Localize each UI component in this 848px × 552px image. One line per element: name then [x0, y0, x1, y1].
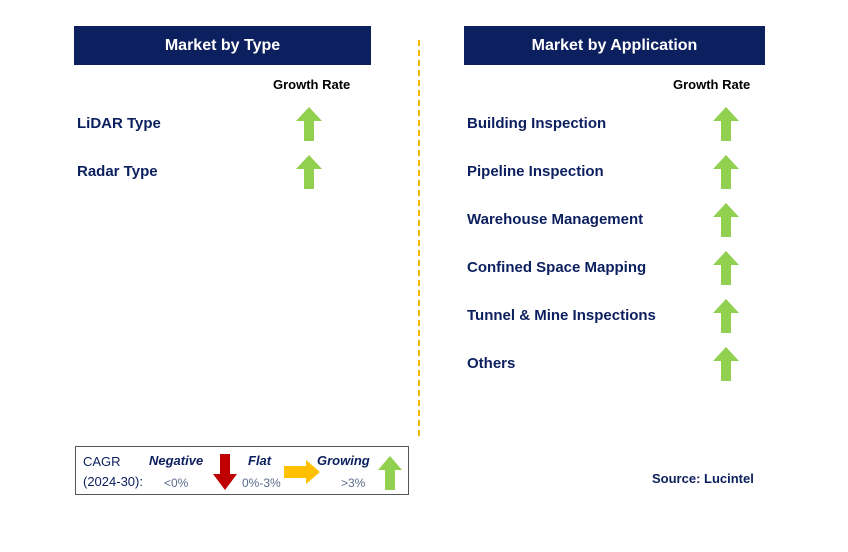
- legend-growing-range: >3%: [341, 476, 366, 490]
- row-label: Building Inspection: [467, 115, 607, 132]
- legend-growing: Growing: [317, 453, 370, 468]
- arrow-up-green-icon: [296, 155, 322, 189]
- arrow-up-green-icon: [296, 107, 322, 141]
- arrow-down-red-icon: [213, 454, 237, 490]
- legend: CAGR (2024-30): Negative <0% Flat 0%-3% …: [75, 446, 409, 495]
- source: Source: Lucintel: [652, 471, 754, 486]
- row-label: Radar Type: [77, 163, 158, 180]
- row-label: Others: [467, 355, 516, 372]
- arrow-up-green-icon: [713, 251, 739, 285]
- arrow-up-green-icon: [713, 299, 739, 333]
- type-panel-header: Market by Type: [74, 26, 371, 65]
- legend-negative-range: <0%: [164, 476, 189, 490]
- application-panel-header: Market by Application: [464, 26, 765, 65]
- type-growth-rate-label: Growth Rate: [273, 77, 351, 92]
- arrow-up-green-icon: [713, 107, 739, 141]
- arrow-up-green-icon: [378, 456, 402, 490]
- legend-flat: Flat: [248, 453, 272, 468]
- legend-flat-range: 0%-3%: [242, 476, 281, 490]
- row-label: LiDAR Type: [77, 115, 161, 132]
- row-label: Tunnel & Mine Inspections: [467, 307, 656, 324]
- arrow-up-green-icon: [713, 347, 739, 381]
- row-label: Confined Space Mapping: [467, 259, 647, 276]
- application-growth-rate-label: Growth Rate: [673, 77, 751, 92]
- legend-period: (2024-30):: [83, 474, 143, 489]
- row-label: Pipeline Inspection: [467, 163, 604, 180]
- legend-cagr: CAGR: [83, 454, 121, 469]
- arrow-up-green-icon: [713, 203, 739, 237]
- divider: [418, 40, 420, 436]
- arrow-up-green-icon: [713, 155, 739, 189]
- legend-negative: Negative: [149, 453, 204, 468]
- row-label: Warehouse Management: [467, 211, 644, 228]
- arrow-right-yellow-icon: [284, 460, 320, 484]
